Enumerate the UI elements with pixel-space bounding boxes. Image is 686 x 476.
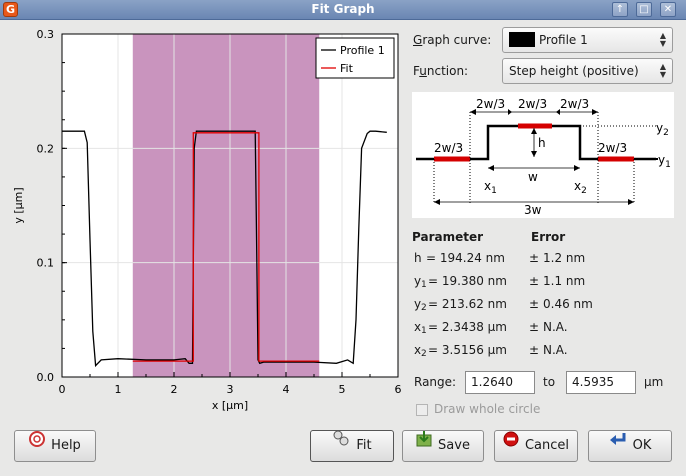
enter-arrow-icon: [609, 429, 627, 459]
window-title: Fit Graph: [311, 2, 375, 16]
diagram-top-label-3: 2w/3: [560, 97, 589, 111]
diagram-top-label-2: 2w/3: [518, 97, 547, 111]
graph-curve-value: Profile 1: [539, 33, 588, 47]
y-tick-label: 0.3: [37, 28, 55, 41]
step-function-diagram: 2w/3 2w/3 2w/3 2w/3 2w/3 h w x1 x2 3w y2…: [412, 92, 674, 218]
draw-whole-circle-checkbox[interactable]: Draw whole circle: [416, 402, 540, 416]
range-row: Range: 1.2640 to 4.5935 µm: [412, 371, 682, 395]
updown-arrows-icon: ▲ ▼: [659, 31, 667, 48]
range-label: Range:: [414, 375, 457, 389]
x-tick-label: 1: [115, 383, 122, 396]
save-icon: [416, 429, 432, 459]
x-axis-label: x [µm]: [212, 399, 248, 412]
x-tick-label: 3: [227, 383, 234, 396]
legend-label: Profile 1: [340, 44, 385, 57]
save-button[interactable]: Save: [402, 430, 484, 462]
range-unit: µm: [644, 375, 664, 389]
x-tick-label: 5: [339, 383, 346, 396]
param-row-x1: x1 = 2.3438 µm ± N.A.: [414, 320, 568, 336]
param-row-y2: y2 = 213.62 nm ± 0.46 nm: [414, 297, 593, 313]
y-tick-label: 0.0: [37, 371, 55, 384]
y-axis-label: y [µm]: [12, 187, 25, 223]
diagram-right-label: 2w/3: [598, 141, 627, 155]
range-from-input[interactable]: 1.2640: [465, 371, 535, 394]
x-tick-label: 0: [59, 383, 66, 396]
range-to-label: to: [543, 375, 556, 389]
diagram-h-label: h: [538, 136, 546, 150]
diagram-left-label: 2w/3: [434, 141, 463, 155]
checkbox-box[interactable]: [416, 403, 428, 416]
ok-button[interactable]: OK: [588, 430, 672, 462]
x-tick-label: 4: [283, 383, 290, 396]
diagram-x1-label: x1: [484, 179, 497, 196]
param-row-h: h = 194.24 nm ± 1.2 nm: [414, 251, 586, 265]
window-maximize-button[interactable]: □: [636, 2, 652, 17]
help-icon: [29, 429, 46, 459]
stop-icon: [503, 429, 519, 459]
diagram-w-label: w: [528, 170, 538, 184]
graph-curve-select[interactable]: Profile 1 ▲ ▼: [502, 27, 673, 53]
parameter-header: Parameter: [412, 230, 484, 244]
function-select[interactable]: Step height (positive) ▲ ▼: [502, 58, 673, 84]
diagram-y1-label: y1: [658, 153, 671, 170]
curve-color-swatch: [509, 32, 535, 47]
function-label: Function:: [413, 64, 469, 78]
window-up-button[interactable]: ↑: [612, 2, 628, 17]
diagram-3w-label: 3w: [524, 203, 542, 217]
error-header: Error: [531, 230, 566, 244]
cancel-button[interactable]: Cancel: [494, 430, 578, 462]
x-tick-label: 2: [171, 383, 178, 396]
fit-chart[interactable]: 0 1 2 3 4 5 6 0.0 0.1 0.2 0.3 x [µm] y [µm] Profile 1…: [4, 24, 406, 424]
graph-curve-label: Graph curve:: [413, 33, 492, 47]
diagram-y2-label: y2: [656, 121, 669, 138]
param-row-y1: y1 = 19.380 nm ± 1.1 nm: [414, 274, 586, 290]
graph-panel[interactable]: 0 1 2 3 4 5 6 0.0 0.1 0.2 0.3 x [µm] y [µm] Profile 1…: [4, 24, 406, 424]
window-close-button[interactable]: ✕: [660, 2, 676, 17]
fit-range-highlight: [132, 34, 320, 377]
range-to-input[interactable]: 4.5935: [566, 371, 636, 394]
fit-button[interactable]: Fit: [310, 430, 394, 462]
diagram-top-label-1: 2w/3: [476, 97, 505, 111]
param-row-x2: x2 = 3.5156 µm ± N.A.: [414, 343, 568, 359]
title-bar: G Fit Graph ↑ □ ✕: [0, 0, 686, 20]
function-value: Step height (positive): [509, 64, 639, 78]
y-tick-label: 0.2: [37, 142, 55, 155]
y-tick-label: 0.1: [37, 257, 55, 270]
diagram-x2-label: x2: [574, 179, 587, 196]
gears-icon: [332, 429, 350, 459]
legend-label: Fit: [340, 62, 354, 75]
draw-whole-circle-label: Draw whole circle: [434, 402, 541, 416]
updown-arrows-icon: ▲ ▼: [659, 62, 667, 79]
x-tick-label: 6: [395, 383, 402, 396]
help-button[interactable]: Help: [14, 430, 96, 462]
